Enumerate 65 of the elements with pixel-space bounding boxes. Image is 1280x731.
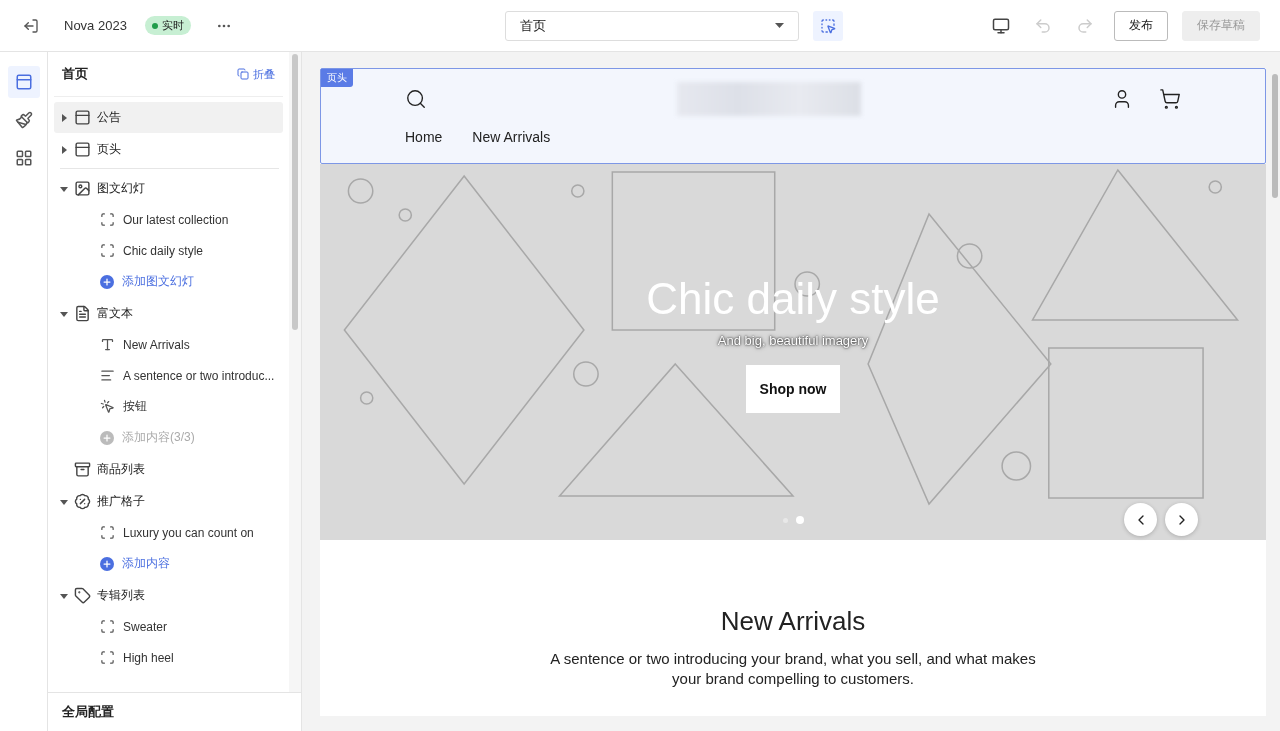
block-item[interactable]: Our latest collection (54, 204, 283, 235)
header-section[interactable]: 页头 Home New Arrivals (320, 68, 1266, 164)
caret-icon[interactable] (60, 309, 68, 318)
page-select[interactable]: 首页 (504, 10, 799, 41)
dashed-frame-icon (100, 650, 115, 665)
dashed-frame-icon (100, 243, 115, 258)
collapse-button[interactable]: 折叠 (237, 66, 275, 82)
sections-icon[interactable] (7, 66, 40, 98)
block-item[interactable]: Sweater (54, 611, 283, 642)
caret-icon[interactable] (60, 113, 68, 122)
publish-button[interactable]: 发布 (1114, 10, 1168, 41)
percent-badge-icon (74, 493, 91, 510)
nav-link[interactable]: Home (405, 129, 443, 145)
plus-icon (100, 274, 114, 289)
section-item[interactable]: 富文本 (54, 298, 283, 329)
caret-icon[interactable] (60, 145, 68, 154)
section-text: A sentence or two introducing your brand, what you sell, and what makes your brand compelling to customers. (549, 649, 1037, 689)
text-icon (100, 337, 115, 352)
caret-icon[interactable] (60, 184, 68, 193)
section-bar-icon (74, 141, 91, 158)
section-item[interactable]: 公告 (54, 102, 283, 133)
nav-link[interactable]: New Arrivals (472, 129, 551, 145)
slide-dot[interactable] (795, 516, 804, 524)
add-block-link[interactable]: 添加内容 (54, 548, 283, 579)
dashed-frame-icon (100, 525, 115, 540)
section-item[interactable]: 推广格子 (54, 486, 283, 517)
hero-subtitle: And big, beautiful imagery (716, 331, 870, 349)
copy-icon (237, 68, 249, 80)
block-item[interactable]: Chic daily style (54, 235, 283, 266)
status-badge: 实时 (144, 16, 191, 35)
select-tool-icon[interactable] (812, 10, 843, 41)
cart-icon[interactable] (1159, 88, 1181, 110)
archive-icon (74, 461, 91, 478)
scrollbar-thumb[interactable] (292, 54, 298, 330)
block-item[interactable]: New Arrivals (54, 329, 283, 360)
dashed-frame-icon (100, 619, 115, 634)
dashed-frame-icon (100, 212, 115, 227)
section-item[interactable]: 页头 (54, 134, 283, 165)
panel-title: 首页 (62, 65, 88, 83)
global-settings-label[interactable]: 全局配置 (62, 703, 114, 721)
paragraph-icon (100, 368, 115, 383)
scrollbar-thumb[interactable] (1272, 74, 1278, 198)
block-item[interactable]: High heel (54, 642, 283, 673)
shop-now-button[interactable]: Shop now (745, 364, 841, 413)
tag-icon (74, 587, 91, 604)
caret-icon[interactable] (60, 591, 68, 600)
plus-icon (100, 556, 114, 571)
document-icon (74, 305, 91, 322)
block-item[interactable]: A sentence or two introduc... (54, 360, 283, 391)
block-item[interactable]: 按钮 (54, 391, 283, 422)
store-name: Nova 2023 (64, 18, 127, 33)
plus-icon (100, 430, 114, 445)
section-bar-icon (74, 109, 91, 126)
section-item[interactable]: 图文幻灯 (54, 173, 283, 204)
caret-icon (774, 23, 784, 28)
caret-icon[interactable] (60, 497, 68, 506)
image-icon (74, 180, 91, 197)
block-item[interactable]: Luxury you can count on (54, 517, 283, 548)
section-item[interactable]: 专辑列表 (54, 580, 283, 611)
pointer-button-icon (100, 399, 115, 414)
section-title: New Arrivals (720, 606, 866, 637)
section-tag: 页头 (321, 69, 353, 87)
search-icon[interactable] (405, 88, 427, 110)
add-block-link[interactable]: 添加图文幻灯 (54, 266, 283, 297)
section-item[interactable]: 商品列表 (54, 454, 283, 485)
